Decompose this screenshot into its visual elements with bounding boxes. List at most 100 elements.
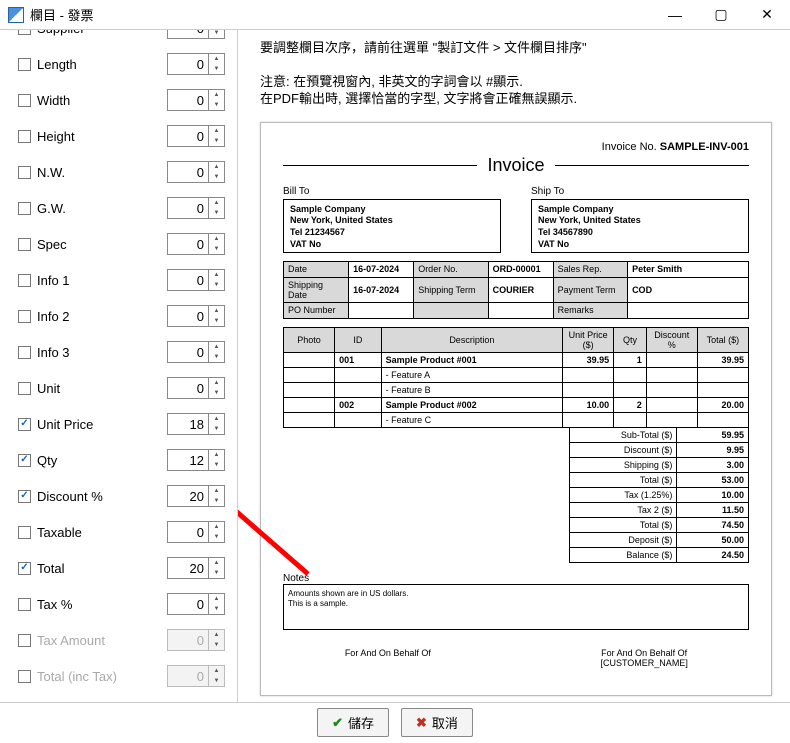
- spinner-unitprice[interactable]: ▲▼: [209, 413, 225, 435]
- spinner-discountpct[interactable]: ▲▼: [209, 485, 225, 507]
- chevron-up-icon: ▲: [209, 630, 224, 640]
- chevron-up-icon[interactable]: ▲: [209, 486, 224, 496]
- chevron-down-icon[interactable]: ▼: [209, 496, 224, 506]
- chevron-down-icon[interactable]: ▼: [209, 172, 224, 182]
- chevron-down-icon[interactable]: ▼: [209, 30, 224, 38]
- checkbox-unit[interactable]: [18, 382, 31, 395]
- chevron-up-icon[interactable]: ▲: [209, 198, 224, 208]
- input-gw[interactable]: [167, 197, 209, 219]
- spinner-length[interactable]: ▲▼: [209, 53, 225, 75]
- chevron-up-icon[interactable]: ▲: [209, 54, 224, 64]
- checkbox-taxable[interactable]: [18, 526, 31, 539]
- checkbox-length[interactable]: [18, 58, 31, 71]
- chevron-down-icon[interactable]: ▼: [209, 604, 224, 614]
- item-row: 001Sample Product #00139.95139.95: [284, 352, 749, 367]
- chevron-up-icon[interactable]: ▲: [209, 126, 224, 136]
- input-length[interactable]: [167, 53, 209, 75]
- chevron-up-icon[interactable]: ▲: [209, 234, 224, 244]
- input-discountpct[interactable]: [167, 485, 209, 507]
- chevron-down-icon[interactable]: ▼: [209, 100, 224, 110]
- spinner-total[interactable]: ▲▼: [209, 557, 225, 579]
- spinner-unit[interactable]: ▲▼: [209, 377, 225, 399]
- checkbox-nw[interactable]: [18, 166, 31, 179]
- label-width: Width: [37, 93, 167, 108]
- field-row-unitprice: Unit Price▲▼: [18, 409, 225, 439]
- chevron-up-icon[interactable]: ▲: [209, 414, 224, 424]
- checkbox-qty[interactable]: [18, 454, 31, 467]
- checkbox-height[interactable]: [18, 130, 31, 143]
- input-height[interactable]: [167, 125, 209, 147]
- input-spec[interactable]: [167, 233, 209, 255]
- spinner-qty[interactable]: ▲▼: [209, 449, 225, 471]
- total-row: Balance ($)24.50: [570, 548, 749, 563]
- input-taxpct[interactable]: [167, 593, 209, 615]
- checkbox-info2[interactable]: [18, 310, 31, 323]
- spinner-info3[interactable]: ▲▼: [209, 341, 225, 363]
- chevron-up-icon[interactable]: ▲: [209, 522, 224, 532]
- spinner-supplier[interactable]: ▲▼: [209, 30, 225, 39]
- input-total[interactable]: [167, 557, 209, 579]
- chevron-down-icon[interactable]: ▼: [209, 280, 224, 290]
- chevron-down-icon[interactable]: ▼: [209, 460, 224, 470]
- total-row: Shipping ($)3.00: [570, 458, 749, 473]
- spinner-spec[interactable]: ▲▼: [209, 233, 225, 255]
- input-info1[interactable]: [167, 269, 209, 291]
- input-nw[interactable]: [167, 161, 209, 183]
- spinner-taxpct[interactable]: ▲▼: [209, 593, 225, 615]
- checkbox-width[interactable]: [18, 94, 31, 107]
- maximize-button[interactable]: ▢: [698, 0, 744, 30]
- label-info1: Info 1: [37, 273, 167, 288]
- checkbox-info1[interactable]: [18, 274, 31, 287]
- checkbox-taxpct[interactable]: [18, 598, 31, 611]
- spinner-taxamount: ▲▼: [209, 629, 225, 651]
- checkbox-spec[interactable]: [18, 238, 31, 251]
- chevron-down-icon[interactable]: ▼: [209, 244, 224, 254]
- chevron-up-icon[interactable]: ▲: [209, 594, 224, 604]
- chevron-up-icon[interactable]: ▲: [209, 306, 224, 316]
- spinner-info2[interactable]: ▲▼: [209, 305, 225, 327]
- input-unitprice[interactable]: [167, 413, 209, 435]
- chevron-up-icon[interactable]: ▲: [209, 450, 224, 460]
- spinner-gw[interactable]: ▲▼: [209, 197, 225, 219]
- input-info3[interactable]: [167, 341, 209, 363]
- input-supplier[interactable]: [167, 30, 209, 39]
- input-taxable[interactable]: [167, 521, 209, 543]
- input-info2[interactable]: [167, 305, 209, 327]
- close-button[interactable]: ✕: [744, 0, 790, 30]
- checkbox-supplier[interactable]: [18, 30, 31, 35]
- chevron-down-icon[interactable]: ▼: [209, 136, 224, 146]
- label-length: Length: [37, 57, 167, 72]
- chevron-up-icon[interactable]: ▲: [209, 378, 224, 388]
- spinner-taxable[interactable]: ▲▼: [209, 521, 225, 543]
- chevron-up-icon[interactable]: ▲: [209, 558, 224, 568]
- spinner-width[interactable]: ▲▼: [209, 89, 225, 111]
- chevron-up-icon[interactable]: ▲: [209, 90, 224, 100]
- chevron-down-icon[interactable]: ▼: [209, 532, 224, 542]
- chevron-down-icon[interactable]: ▼: [209, 568, 224, 578]
- chevron-down-icon[interactable]: ▼: [209, 388, 224, 398]
- cancel-button[interactable]: ✖取消: [401, 708, 473, 737]
- spinner-height[interactable]: ▲▼: [209, 125, 225, 147]
- chevron-down-icon[interactable]: ▼: [209, 424, 224, 434]
- chevron-up-icon[interactable]: ▲: [209, 270, 224, 280]
- minimize-button[interactable]: —: [652, 0, 698, 30]
- chevron-down-icon[interactable]: ▼: [209, 352, 224, 362]
- checkbox-discountpct[interactable]: [18, 490, 31, 503]
- input-unit[interactable]: [167, 377, 209, 399]
- chevron-up-icon[interactable]: ▲: [209, 162, 224, 172]
- input-width[interactable]: [167, 89, 209, 111]
- checkbox-gw[interactable]: [18, 202, 31, 215]
- checkbox-info3[interactable]: [18, 346, 31, 359]
- input-qty[interactable]: [167, 449, 209, 471]
- chevron-down-icon[interactable]: ▼: [209, 64, 224, 74]
- chevron-up-icon[interactable]: ▲: [209, 342, 224, 352]
- field-row-spec: Spec ▲▼: [18, 229, 225, 259]
- spinner-nw[interactable]: ▲▼: [209, 161, 225, 183]
- spinner-info1[interactable]: ▲▼: [209, 269, 225, 291]
- checkbox-unitprice[interactable]: [18, 418, 31, 431]
- chevron-down-icon[interactable]: ▼: [209, 316, 224, 326]
- checkbox-total[interactable]: [18, 562, 31, 575]
- save-button[interactable]: ✔儲存: [317, 708, 389, 737]
- label-spec: Spec: [37, 237, 167, 252]
- chevron-down-icon[interactable]: ▼: [209, 208, 224, 218]
